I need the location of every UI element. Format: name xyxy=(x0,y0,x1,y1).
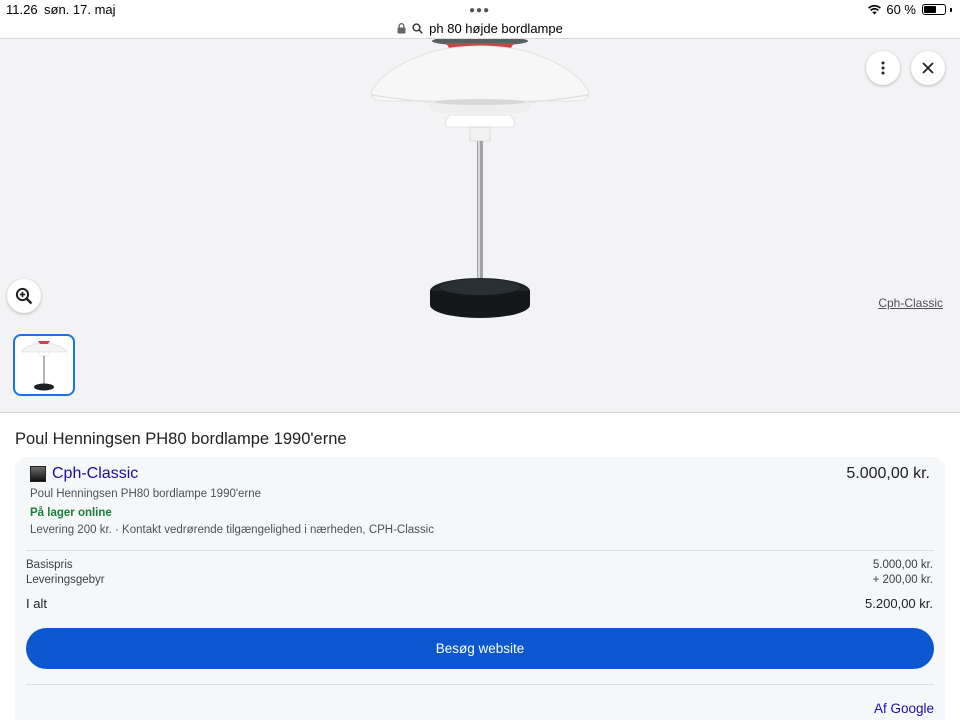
address-bar[interactable]: ph 80 højde bordlampe xyxy=(0,18,960,38)
close-button[interactable] xyxy=(911,51,945,85)
battery-percent: 60 % xyxy=(886,2,916,17)
search-query[interactable]: ph 80 højde bordlampe xyxy=(429,21,563,36)
image-thumbnail[interactable] xyxy=(13,334,75,396)
offer-card: Cph-Classic 5.000,00 kr. Poul Henningsen… xyxy=(15,457,945,720)
delivery-info: Levering 200 kr. · Kontakt vedrørende ti… xyxy=(30,524,434,536)
product-image[interactable] xyxy=(362,39,598,325)
offer-price: 5.000,00 kr. xyxy=(846,465,930,482)
search-icon xyxy=(412,22,423,34)
total-label: I alt xyxy=(26,596,47,611)
merchant-name[interactable]: Cph-Classic xyxy=(52,465,138,483)
offer-description: Poul Henningsen PH80 bordlampe 1990'erne xyxy=(30,488,262,500)
by-google-link[interactable]: Af Google xyxy=(874,701,934,716)
zoom-button[interactable] xyxy=(7,279,41,313)
wifi-icon xyxy=(868,4,882,15)
stock-status: På lager online xyxy=(30,507,112,519)
divider xyxy=(26,550,934,551)
more-options-button[interactable] xyxy=(866,51,900,85)
status-bar: 11.26 søn. 17. maj ●●● 60 % xyxy=(0,0,960,20)
battery-icon xyxy=(922,4,946,15)
close-icon xyxy=(922,62,934,74)
thumbnail-image xyxy=(20,341,68,391)
base-price-label: Basispris xyxy=(26,559,73,571)
visit-website-button[interactable]: Besøg website xyxy=(26,628,934,669)
status-date: søn. 17. maj xyxy=(44,2,116,17)
more-vert-icon xyxy=(881,61,885,75)
product-title: Poul Henningsen PH80 bordlampe 1990'erne xyxy=(15,430,347,448)
total-value: 5.200,00 kr. xyxy=(865,596,933,611)
battery-level xyxy=(924,6,936,13)
base-price-value: 5.000,00 kr. xyxy=(872,559,933,571)
status-time: 11.26 xyxy=(6,2,38,17)
image-source-link[interactable]: Cph-Classic xyxy=(878,296,943,310)
image-viewer: Cph-Classic xyxy=(0,38,960,413)
zoom-in-icon xyxy=(15,287,33,305)
merchant-row[interactable]: Cph-Classic xyxy=(30,465,138,483)
delivery-fee-value: + 200,00 kr. xyxy=(872,574,933,586)
lock-icon xyxy=(397,22,406,33)
battery-tip xyxy=(950,7,952,12)
delivery-fee-label: Leveringsgebyr xyxy=(26,574,105,586)
divider xyxy=(26,684,934,685)
status-indicators: 60 % xyxy=(867,2,952,17)
merchant-logo xyxy=(30,466,46,482)
multitasking-dots-icon[interactable]: ●●● xyxy=(469,5,490,16)
